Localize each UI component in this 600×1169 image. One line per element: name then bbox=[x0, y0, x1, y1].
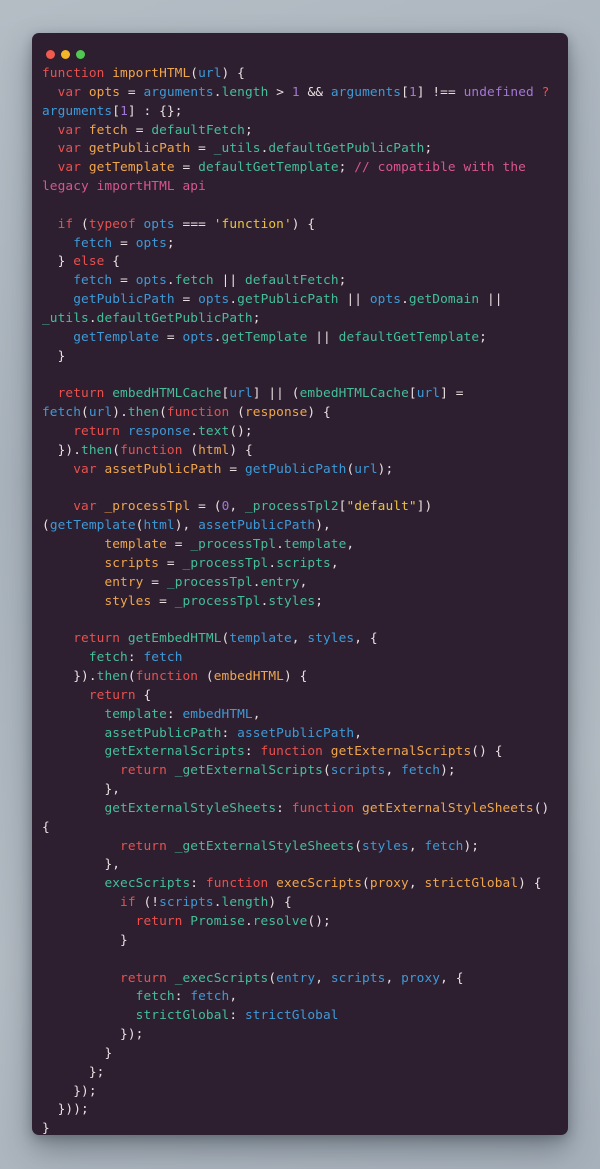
code-line: var fetch = defaultFetch; bbox=[57, 122, 253, 138]
code-line: }).then(function (html) { bbox=[57, 442, 253, 458]
code-line: } bbox=[42, 1121, 50, 1135]
zoom-button-icon[interactable] bbox=[76, 50, 85, 59]
code-line: getTemplate = opts.getTemplate || defaul… bbox=[73, 329, 487, 345]
code-line: var getTemplate = defaultGetTemplate; //… bbox=[42, 160, 534, 195]
code-line: var opts = arguments.length > 1 && argum… bbox=[42, 84, 550, 119]
minimize-button-icon[interactable] bbox=[61, 50, 70, 59]
code-line: var _processTpl = (0, _processTpl2["defa… bbox=[42, 499, 433, 534]
code-line: } bbox=[57, 348, 66, 364]
code-block[interactable]: function importHTML(url) { var opts = ar… bbox=[32, 59, 568, 1135]
code-line: entry = _processTpl.entry, bbox=[104, 574, 308, 590]
close-button-icon[interactable] bbox=[46, 50, 55, 59]
code-line: } bbox=[120, 932, 128, 948]
code-line: return { bbox=[88, 687, 152, 703]
code-line: return _getExternalStyleSheets(styles, f… bbox=[120, 838, 480, 854]
code-line: var assetPublicPath = getPublicPath(url)… bbox=[73, 461, 394, 477]
code-line: scripts = _processTpl.scripts, bbox=[104, 555, 339, 571]
code-line: if (typeof opts === 'function') { bbox=[57, 216, 316, 232]
code-line: fetch = opts; bbox=[73, 235, 175, 251]
code-line: fetch = opts.fetch || defaultFetch; bbox=[73, 273, 347, 289]
code-line: }, bbox=[104, 782, 121, 798]
code-line: getExternalScripts: function getExternal… bbox=[104, 744, 503, 760]
code-line: return _execScripts(entry, scripts, prox… bbox=[120, 970, 464, 986]
code-line: return _getExternalScripts(scripts, fetc… bbox=[120, 763, 456, 779]
code-line: getExternalStyleSheets: function getExte… bbox=[42, 800, 558, 835]
code-line: return embedHTMLCache[url] || (embedHTML… bbox=[42, 386, 464, 421]
code-line: }, bbox=[104, 857, 121, 873]
code-line: template = _processTpl.template, bbox=[104, 537, 355, 553]
code-line: styles = _processTpl.styles; bbox=[104, 593, 324, 609]
code-line: getPublicPath = opts.getPublicPath || op… bbox=[42, 292, 503, 326]
code-line: }); bbox=[73, 1083, 97, 1099]
code-line: }); bbox=[120, 1027, 144, 1043]
code-line: }).then(function (embedHTML) { bbox=[73, 669, 308, 684]
code-line: return getEmbedHTML(template, styles, { bbox=[73, 631, 378, 647]
code-line: execScripts: function execScripts(proxy,… bbox=[104, 876, 542, 892]
code-line: fetch: fetch bbox=[88, 650, 183, 666]
code-line: })); bbox=[57, 1102, 89, 1118]
code-line: } bbox=[104, 1045, 113, 1061]
code-line: assetPublicPath: assetPublicPath, bbox=[104, 725, 363, 741]
code-line: return Promise.resolve(); bbox=[135, 913, 331, 929]
code-line: }; bbox=[88, 1064, 105, 1080]
code-line: } else { bbox=[57, 254, 121, 270]
code-line: fetch: fetch, bbox=[135, 989, 238, 1005]
code-line: if (!scripts.length) { bbox=[120, 895, 292, 911]
code-window: function importHTML(url) { var opts = ar… bbox=[32, 33, 568, 1135]
code-line: var getPublicPath = _utils.defaultGetPub… bbox=[57, 141, 433, 157]
code-line: function importHTML(url) { bbox=[42, 66, 245, 81]
window-titlebar bbox=[32, 33, 568, 59]
code-line: template: embedHTML, bbox=[104, 706, 261, 722]
code-line: strictGlobal: strictGlobal bbox=[135, 1008, 339, 1024]
code-line: return response.text(); bbox=[73, 424, 253, 440]
